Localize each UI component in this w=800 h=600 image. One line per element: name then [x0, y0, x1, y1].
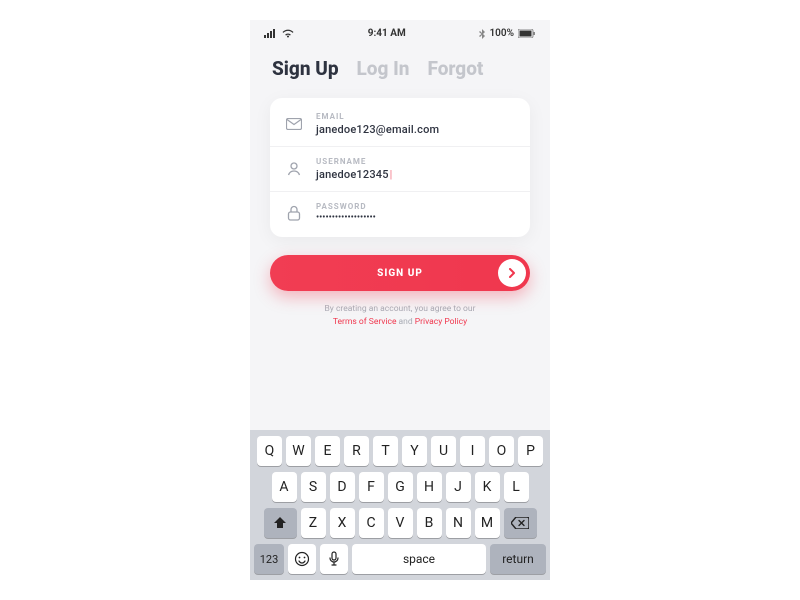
key-c[interactable]: C [359, 508, 384, 538]
phone-frame: 9:41 AM 100% Sign Up Log In Forgot EMAIL… [250, 20, 550, 580]
key-z[interactable]: Z [301, 508, 326, 538]
key-a[interactable]: A [272, 472, 297, 502]
lock-icon [284, 205, 304, 221]
key-y[interactable]: Y [402, 436, 427, 466]
key-v[interactable]: V [388, 508, 413, 538]
key-w[interactable]: W [286, 436, 311, 466]
email-value: janedoe123@email.com [316, 123, 516, 136]
signal-indicators [264, 29, 294, 38]
tab-signup[interactable]: Sign Up [272, 57, 339, 80]
key-h[interactable]: H [417, 472, 442, 502]
password-field-row[interactable]: PASSWORD ••••••••••••••••••• [270, 192, 530, 233]
key-b[interactable]: B [417, 508, 442, 538]
battery-icon [518, 29, 536, 38]
auth-tabs: Sign Up Log In Forgot [250, 43, 550, 90]
key-s[interactable]: S [301, 472, 326, 502]
dictation-key[interactable] [320, 544, 348, 574]
emoji-icon [294, 551, 310, 567]
username-value: janedoe12345| [316, 168, 516, 181]
privacy-link[interactable]: Privacy Policy [415, 317, 467, 327]
shift-icon [273, 516, 287, 530]
key-row-2: ASDFGHJKL [254, 472, 546, 502]
key-u[interactable]: U [431, 436, 456, 466]
email-icon [284, 118, 304, 130]
chevron-right-icon [507, 268, 517, 278]
user-icon [284, 161, 304, 177]
keyboard: QWERTYUIOP ASDFGHJKL ZXCVBNM 123 space r… [250, 430, 550, 580]
key-j[interactable]: J [446, 472, 471, 502]
key-l[interactable]: L [504, 472, 529, 502]
backspace-icon [511, 517, 529, 529]
signup-button[interactable]: SIGN UP [270, 255, 530, 291]
key-n[interactable]: N [446, 508, 471, 538]
legal-prefix: By creating an account, you agree to our [325, 304, 476, 314]
key-x[interactable]: X [330, 508, 355, 538]
tab-login[interactable]: Log In [357, 57, 410, 80]
key-t[interactable]: T [373, 436, 398, 466]
signup-form-card: EMAIL janedoe123@email.com USERNAME jane… [270, 98, 530, 237]
space-key[interactable]: space [352, 544, 486, 574]
key-m[interactable]: M [475, 508, 500, 538]
signup-button-label: SIGN UP [377, 268, 423, 279]
key-r[interactable]: R [344, 436, 369, 466]
key-i[interactable]: I [460, 436, 485, 466]
text-cursor: | [390, 168, 393, 181]
username-field-row[interactable]: USERNAME janedoe12345| [270, 147, 530, 192]
key-p[interactable]: P [518, 436, 543, 466]
key-f[interactable]: F [359, 472, 384, 502]
terms-link[interactable]: Terms of Service [333, 317, 397, 327]
key-q[interactable]: Q [257, 436, 282, 466]
status-bar: 9:41 AM 100% [250, 20, 550, 43]
legal-and: and [396, 317, 414, 327]
clock: 9:41 AM [368, 28, 406, 39]
key-row-3: ZXCVBNM [254, 508, 546, 538]
key-g[interactable]: G [388, 472, 413, 502]
emoji-key[interactable] [288, 544, 316, 574]
legal-text: By creating an account, you agree to our… [250, 303, 550, 329]
bluetooth-icon [479, 29, 485, 39]
email-label: EMAIL [316, 112, 516, 121]
wifi-icon [282, 29, 294, 38]
mic-icon [329, 551, 339, 567]
status-right: 100% [479, 28, 536, 39]
numbers-key[interactable]: 123 [254, 544, 284, 574]
password-label: PASSWORD [316, 202, 516, 211]
battery-percent: 100% [489, 28, 514, 39]
key-e[interactable]: E [315, 436, 340, 466]
return-key[interactable]: return [490, 544, 546, 574]
key-row-bottom: 123 space return [254, 544, 546, 574]
key-d[interactable]: D [330, 472, 355, 502]
key-row-1: QWERTYUIOP [254, 436, 546, 466]
backspace-key[interactable] [504, 508, 537, 538]
signup-arrow-button[interactable] [498, 259, 526, 287]
cellular-icon [264, 29, 278, 38]
password-value: ••••••••••••••••••• [316, 213, 516, 223]
key-o[interactable]: O [489, 436, 514, 466]
key-k[interactable]: K [475, 472, 500, 502]
tab-forgot[interactable]: Forgot [427, 57, 483, 80]
username-label: USERNAME [316, 157, 516, 166]
email-field-row[interactable]: EMAIL janedoe123@email.com [270, 102, 530, 147]
shift-key[interactable] [264, 508, 297, 538]
